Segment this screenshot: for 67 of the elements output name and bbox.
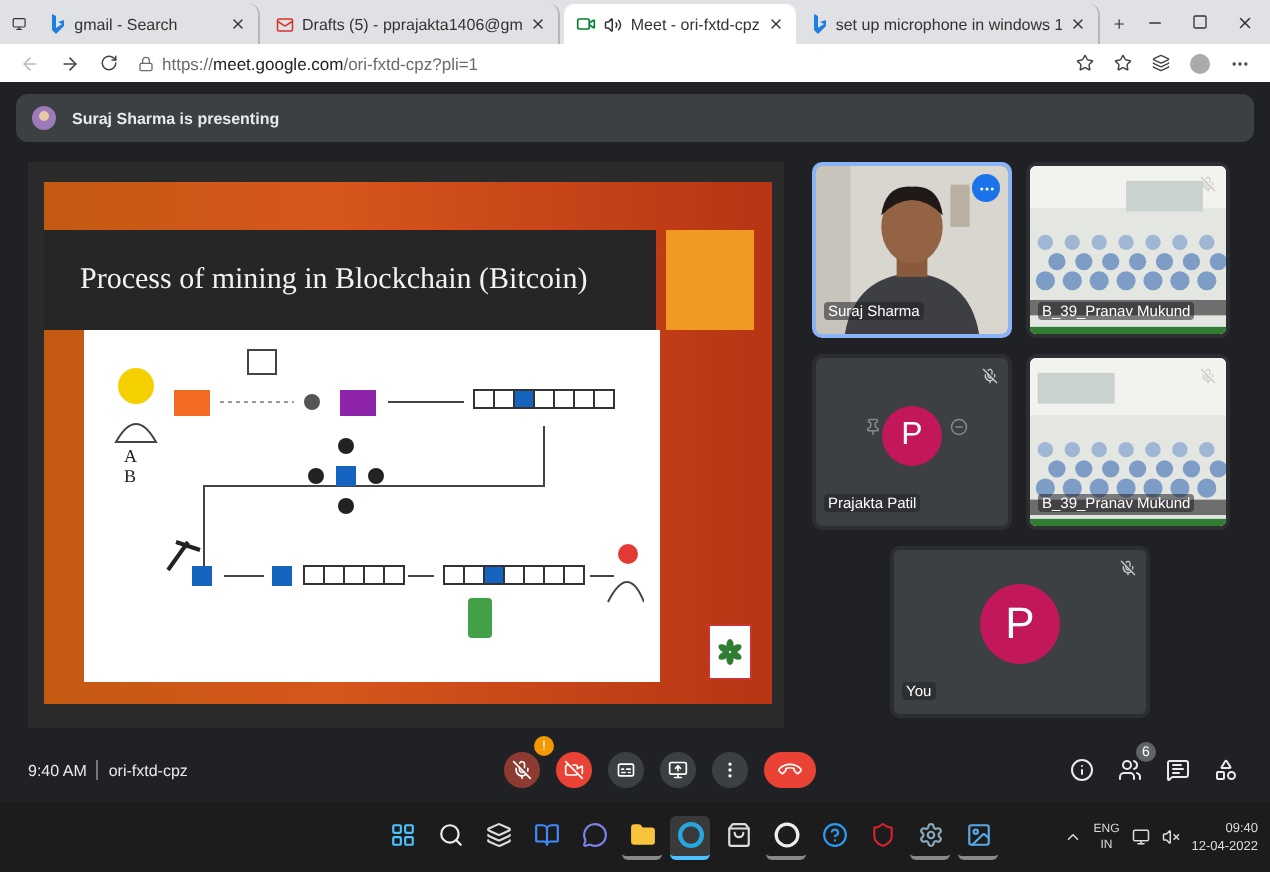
camera-button[interactable] [556,752,592,789]
store-icon [725,822,751,849]
browser-icon [677,822,703,849]
favorite-icon[interactable] [1076,54,1094,73]
present-icon [668,760,688,781]
pin-icon[interactable] [864,418,882,437]
browser-button[interactable] [670,815,710,860]
task-view-icon [485,822,511,849]
lock-icon [138,55,154,72]
people-icon [1118,758,1142,783]
circle-app-icon [773,822,799,849]
browser-tab[interactable]: Meet - ori-fxtd-cpz [564,4,796,44]
search-icon [437,822,463,849]
avatar: P [882,406,942,467]
windows-icon [389,822,415,849]
info-button[interactable] [1070,758,1094,783]
present-button[interactable] [660,752,696,789]
more-button[interactable] [712,752,748,789]
close-icon[interactable] [1236,13,1254,31]
info-icon [1070,758,1094,783]
maximize-icon[interactable] [1192,14,1208,30]
display-icon[interactable] [1131,828,1150,847]
avatar: P [980,584,1060,665]
handwritten-label: B [124,466,137,487]
camera-icon [576,14,597,34]
forward-icon[interactable] [60,53,80,74]
slide-title: Process of mining in Blockchain (Bitcoin) [44,230,656,331]
activities-button[interactable] [1214,758,1238,783]
photos-icon [965,822,991,849]
camera-off-icon [564,760,584,781]
presenter-avatar-icon [32,106,56,131]
muted-speaker-icon[interactable] [1161,828,1180,847]
people-button[interactable] [1118,758,1142,783]
close-icon[interactable] [530,16,547,32]
remove-icon[interactable] [950,418,968,437]
widgets-icon [533,822,559,849]
mic-button[interactable] [504,752,540,789]
address-field[interactable]: https://meet.google.com/ori-fxtd-cpz?pli=1 [162,53,479,74]
folder-icon [629,822,655,849]
logo-icon [708,624,752,681]
reload-icon[interactable] [100,54,118,73]
close-icon[interactable] [767,16,784,32]
new-tab-icon[interactable] [1111,14,1126,34]
presenting-text: Suraj Sharma is presenting [72,109,280,128]
shapes-icon [1214,758,1238,783]
slide-accent [666,230,754,331]
chat-button[interactable] [1166,758,1190,783]
bing-icon [50,14,67,34]
captions-icon [616,760,636,781]
meeting-code: ori-fxtd-cpz [108,761,188,780]
close-icon[interactable] [230,16,246,32]
mic-off-icon [512,760,532,781]
collections-icon[interactable] [1152,54,1170,73]
tab-actions-icon[interactable] [12,14,27,34]
meeting-time: 9:40 AM [28,761,87,780]
captions-button[interactable] [608,752,644,789]
chat-icon [581,822,607,849]
close-icon[interactable] [1069,16,1086,32]
end-call-button[interactable] [764,752,816,789]
settings-icon [917,822,943,849]
bing-icon [811,14,828,34]
mail-icon [276,15,294,33]
shield-icon [869,822,895,849]
favorites-icon[interactable] [1114,54,1132,73]
chat-icon [1166,758,1190,783]
handwritten-label: A [124,446,137,467]
help-icon [821,822,847,849]
